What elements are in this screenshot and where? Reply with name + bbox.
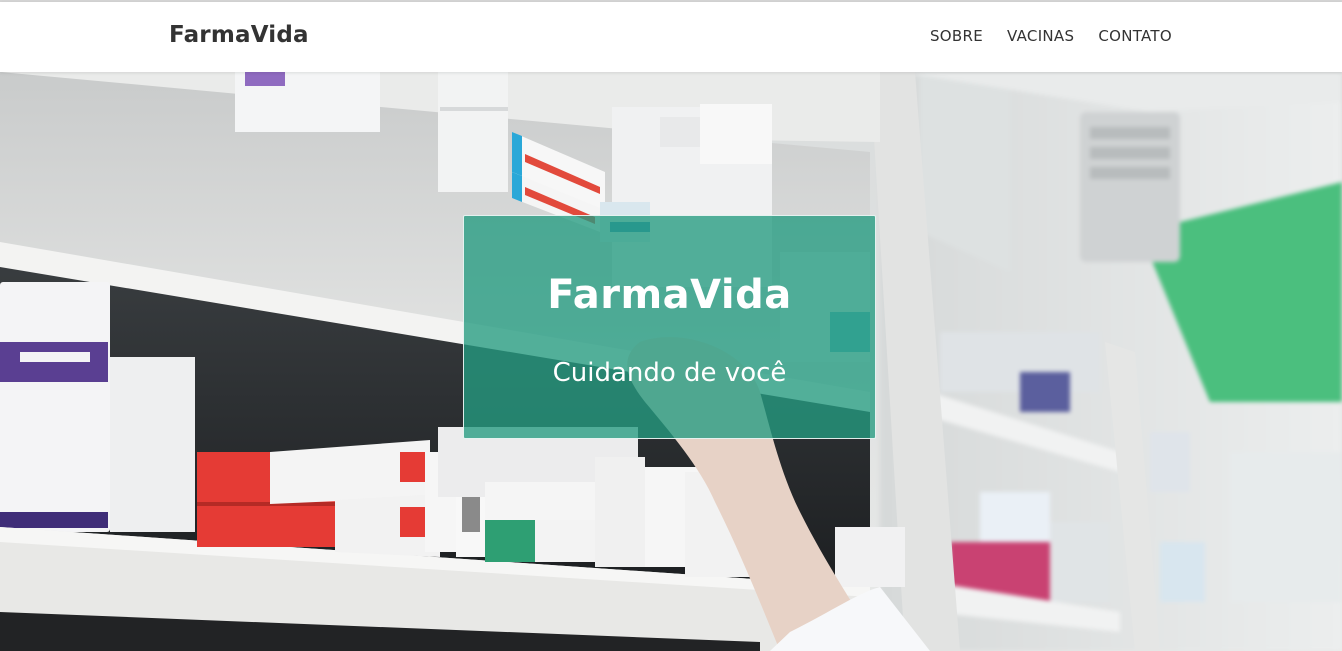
hero-subtitle: Cuidando de você [552,358,787,388]
hero-title: FarmaVida [547,272,792,318]
hero-card: FarmaVida Cuidando de você [463,215,876,439]
navbar: FarmaVida SOBRE VACINAS CONTATO [0,2,1342,72]
nav-menu: SOBRE VACINAS CONTATO [930,27,1172,45]
hero-section: FarmaVida Cuidando de você [0,72,1342,651]
nav-link-sobre[interactable]: SOBRE [930,27,983,45]
brand-logo-link[interactable]: FarmaVida [169,22,309,48]
nav-link-contato[interactable]: CONTATO [1098,27,1172,45]
nav-link-vacinas[interactable]: VACINAS [1007,27,1074,45]
